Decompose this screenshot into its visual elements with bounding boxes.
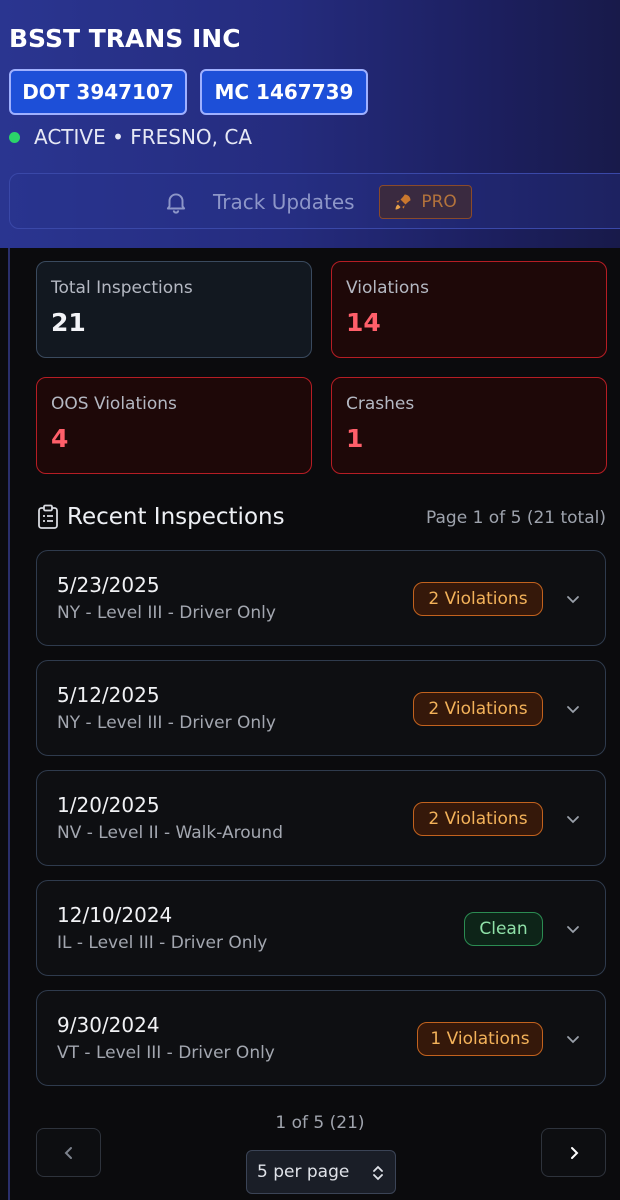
clean-badge: Clean (464, 912, 543, 946)
stat-value: 1 (346, 424, 364, 453)
bell-icon (166, 193, 186, 214)
violations-badge: 2 Violations (413, 802, 543, 836)
inspection-date: 5/12/2025 (57, 683, 160, 707)
left-rail-divider (8, 248, 10, 1200)
chevron-down-icon[interactable] (565, 921, 581, 937)
select-arrows-icon (373, 1165, 383, 1181)
stat-card-violations: Violations 14 (331, 261, 607, 358)
stat-label: Total Inspections (51, 278, 193, 298)
recent-inspections-header: Recent Inspections (37, 504, 285, 530)
section-title: Recent Inspections (67, 504, 285, 530)
pro-label: PRO (421, 192, 457, 212)
rocket-icon (395, 194, 411, 210)
mc-number-button[interactable]: MC 1467739 (200, 69, 368, 115)
per-page-select[interactable]: 5 per page (246, 1150, 396, 1194)
inspection-date: 5/23/2025 (57, 573, 160, 597)
inspection-date: 9/30/2024 (57, 1013, 160, 1037)
chevron-right-icon (570, 1146, 578, 1159)
chevron-left-icon (64, 1146, 72, 1159)
stat-value: 4 (51, 424, 69, 453)
violations-badge: 1 Violations (417, 1022, 543, 1056)
status-dot-icon (9, 131, 20, 143)
status-row: ACTIVE • FRESNO, CA (9, 125, 252, 149)
stat-card-oos-violations: OOS Violations 4 (36, 377, 312, 474)
page-info: Page 1 of 5 (21 total) (426, 508, 606, 528)
stat-label: OOS Violations (51, 394, 177, 414)
chevron-down-icon[interactable] (565, 701, 581, 717)
inspection-card[interactable]: 5/23/2025 NY - Level III - Driver Only 2… (36, 550, 606, 646)
inspection-card[interactable]: 1/20/2025 NV - Level II - Walk-Around 2 … (36, 770, 606, 866)
next-page-button[interactable] (541, 1128, 606, 1177)
chevron-down-icon[interactable] (565, 811, 581, 827)
dot-number-button[interactable]: DOT 3947107 (9, 69, 187, 115)
status-text: ACTIVE • FRESNO, CA (34, 125, 253, 149)
inspection-card[interactable]: 12/10/2024 IL - Level III - Driver Only … (36, 880, 606, 976)
pro-badge: PRO (378, 185, 472, 219)
inspection-description: NY - Level III - Driver Only (57, 713, 276, 733)
inspection-date: 12/10/2024 (57, 903, 173, 927)
chevron-down-icon[interactable] (565, 591, 581, 607)
stat-card-crashes: Crashes 1 (331, 377, 607, 474)
inspection-description: IL - Level III - Driver Only (57, 933, 268, 953)
clipboard-icon (38, 504, 58, 529)
inspection-description: VT - Level III - Driver Only (57, 1043, 275, 1063)
track-updates-label: Track Updates (213, 190, 355, 214)
company-name: BSST TRANS INC (9, 24, 241, 53)
inspection-description: NY - Level III - Driver Only (57, 603, 276, 623)
stat-label: Crashes (346, 394, 415, 414)
carrier-header: BSST TRANS INC DOT 3947107 MC 1467739 AC… (0, 0, 620, 248)
inspection-card[interactable]: 9/30/2024 VT - Level III - Driver Only 1… (36, 990, 606, 1086)
stat-label: Violations (346, 278, 429, 298)
chevron-down-icon[interactable] (565, 1031, 581, 1047)
inspection-description: NV - Level II - Walk-Around (57, 823, 283, 843)
per-page-value: 5 per page (257, 1162, 350, 1182)
violations-badge: 2 Violations (413, 692, 543, 726)
stat-card-total-inspections: Total Inspections 21 (36, 261, 312, 358)
inspection-card[interactable]: 5/12/2025 NY - Level III - Driver Only 2… (36, 660, 606, 756)
inspection-date: 1/20/2025 (57, 793, 160, 817)
stat-value: 21 (51, 308, 86, 337)
track-updates-content: Track Updates PRO (163, 185, 472, 219)
violations-badge: 2 Violations (413, 582, 543, 616)
stat-value: 14 (346, 308, 381, 337)
prev-page-button[interactable] (36, 1128, 101, 1177)
